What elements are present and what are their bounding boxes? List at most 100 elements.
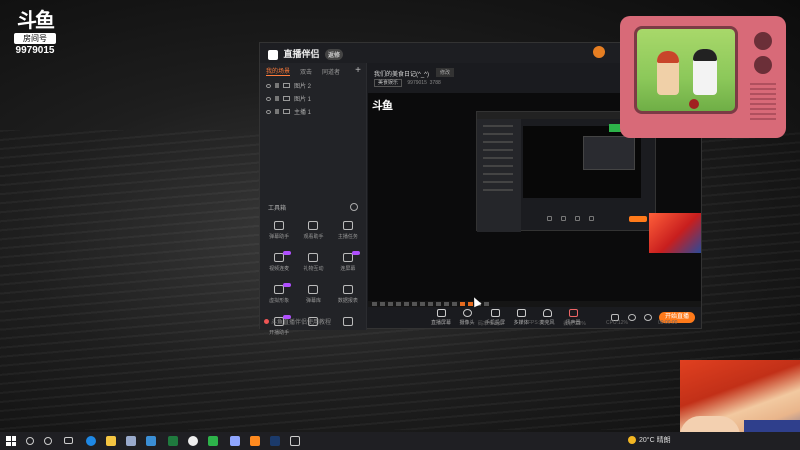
image-icon xyxy=(283,83,290,88)
edit-room-button[interactable]: 修改 xyxy=(436,68,455,77)
tool-more[interactable] xyxy=(331,317,365,341)
nested-preview-inner xyxy=(583,136,635,170)
scene-thumb[interactable] xyxy=(452,302,457,306)
lock-icon[interactable] xyxy=(275,96,279,101)
scene-thumb-active[interactable] xyxy=(460,302,465,306)
search-icon[interactable] xyxy=(26,437,34,445)
cartoon-character xyxy=(693,49,717,95)
sidebar: 我的场景 双击 同道者 + 图片 2 图片 1 主播 1 工具箱 弹幕助手 观看… xyxy=(260,63,367,336)
app-logo-icon xyxy=(268,49,278,60)
nested-control-icon xyxy=(575,216,580,221)
nested-go-live-button xyxy=(629,216,647,222)
source-item[interactable]: 图片 1 xyxy=(260,92,366,105)
nested-sidebar xyxy=(477,119,521,232)
tool-data-report[interactable]: 数据报表 xyxy=(331,285,365,309)
tv-screen xyxy=(634,26,738,114)
scene-thumb[interactable] xyxy=(444,302,449,306)
widgets-icon[interactable] xyxy=(64,437,73,444)
tool-danmu-library[interactable]: 弹幕库 xyxy=(296,285,330,309)
toolbox-title: 工具箱 xyxy=(268,206,287,212)
tool-video-link[interactable]: 视频连麦 xyxy=(262,251,296,277)
collapse-icon[interactable] xyxy=(350,203,358,211)
scene-thumb[interactable] xyxy=(372,302,377,306)
lock-icon[interactable] xyxy=(275,83,279,88)
tab-double-click[interactable]: 双击 xyxy=(300,67,312,76)
scene-thumb[interactable] xyxy=(404,302,409,306)
tv-speaker-grille xyxy=(750,80,776,120)
obs-icon[interactable] xyxy=(188,436,198,446)
task-view-icon[interactable] xyxy=(44,437,52,445)
nested-control-icon xyxy=(561,216,566,221)
weather-widget[interactable]: 20°C 晴朗 xyxy=(628,435,671,445)
scene-thumb[interactable] xyxy=(484,302,489,306)
speaker-icon xyxy=(568,309,578,317)
app-icon[interactable] xyxy=(250,436,260,446)
tv-icon xyxy=(308,285,319,294)
alert-icon xyxy=(264,319,269,324)
user-icon xyxy=(308,221,319,230)
edge-icon[interactable] xyxy=(86,436,96,446)
tool-gift-interaction[interactable]: 礼物互动 xyxy=(296,253,330,277)
scene-thumb[interactable] xyxy=(428,302,433,306)
status-bar: 码率:0kbps FPS:30 丢帧:0.0% CPU:12% 00:00:00 xyxy=(368,319,701,329)
scene-thumb[interactable] xyxy=(412,302,417,306)
hot-badge xyxy=(283,283,292,287)
download-icon xyxy=(308,253,319,262)
tab-peers[interactable]: 同道者 xyxy=(322,67,340,76)
tool-view-helper[interactable]: 观看助手 xyxy=(296,221,330,245)
store-icon[interactable] xyxy=(146,436,156,446)
windows-start-icon[interactable] xyxy=(6,436,16,446)
eye-icon[interactable] xyxy=(266,83,271,88)
help-link-label: 斗鱼直播伴侣使用教程 xyxy=(271,320,332,326)
mail-icon[interactable] xyxy=(126,436,136,446)
camera-icon xyxy=(462,309,472,317)
scene-strip xyxy=(368,301,701,307)
scene-thumb[interactable] xyxy=(436,302,441,306)
tv-knob xyxy=(754,56,772,74)
preview-logo: 斗鱼 xyxy=(372,100,393,112)
chart-icon xyxy=(342,285,353,294)
app-version-badge[interactable]: 返修 xyxy=(325,49,344,60)
folder-icon[interactable] xyxy=(106,436,116,446)
scene-thumb[interactable] xyxy=(420,302,425,306)
play-store-icon[interactable] xyxy=(208,436,218,446)
status-drop: 丢帧:0.0% xyxy=(563,321,586,327)
tool-danmu-helper[interactable]: 弹幕助手 xyxy=(262,221,296,245)
microphone-icon xyxy=(542,309,552,317)
room-title: 我们的美食日记(^_^) xyxy=(374,72,429,78)
source-item[interactable]: 图片 2 xyxy=(260,79,366,92)
tool-avatar[interactable]: 虚拟形象 xyxy=(262,283,296,309)
scene-thumb[interactable] xyxy=(380,302,385,306)
tab-my-scenes[interactable]: 我的场景 xyxy=(266,66,291,76)
tool-anchor-tasks[interactable]: 主播任务 xyxy=(331,221,365,245)
basketball xyxy=(689,99,699,109)
eye-icon[interactable] xyxy=(266,96,271,101)
image-icon xyxy=(342,253,353,262)
status-fps: FPS:30 xyxy=(528,320,545,326)
desktop-background: 斗鱼 房间号 9979015 直播伴侣 返修 我的场景 双击 同道者 + 图片 … xyxy=(0,0,800,432)
taskbar: 20°C 晴朗 xyxy=(0,432,800,450)
network-icon[interactable] xyxy=(290,436,300,446)
excel-icon[interactable] xyxy=(168,436,178,446)
character-hand xyxy=(680,416,740,432)
source-label: 图片 1 xyxy=(294,97,312,103)
app-brand: 直播伴侣 返修 xyxy=(268,47,344,60)
cartoon-character xyxy=(657,51,679,95)
lock-icon[interactable] xyxy=(275,109,279,114)
scene-thumb[interactable] xyxy=(396,302,401,306)
room-category[interactable]: 美食娱乐 xyxy=(374,79,403,87)
tv-video-overlay xyxy=(620,16,786,138)
photos-icon[interactable] xyxy=(230,436,240,446)
source-item[interactable]: 主播 1 xyxy=(260,105,366,118)
avatar[interactable] xyxy=(593,46,605,58)
eye-icon[interactable] xyxy=(266,109,271,114)
hot-badge xyxy=(351,251,360,255)
crop-icon xyxy=(283,109,290,114)
scene-thumb[interactable] xyxy=(388,302,393,306)
help-link[interactable]: 斗鱼直播伴侣使用教程 xyxy=(264,317,331,326)
phone-icon xyxy=(490,309,500,317)
add-scene-button[interactable]: + xyxy=(355,65,361,76)
nested-preview xyxy=(523,126,641,198)
tool-screen-link[interactable]: 连屏幕 xyxy=(331,251,365,277)
steam-icon[interactable] xyxy=(270,436,280,446)
